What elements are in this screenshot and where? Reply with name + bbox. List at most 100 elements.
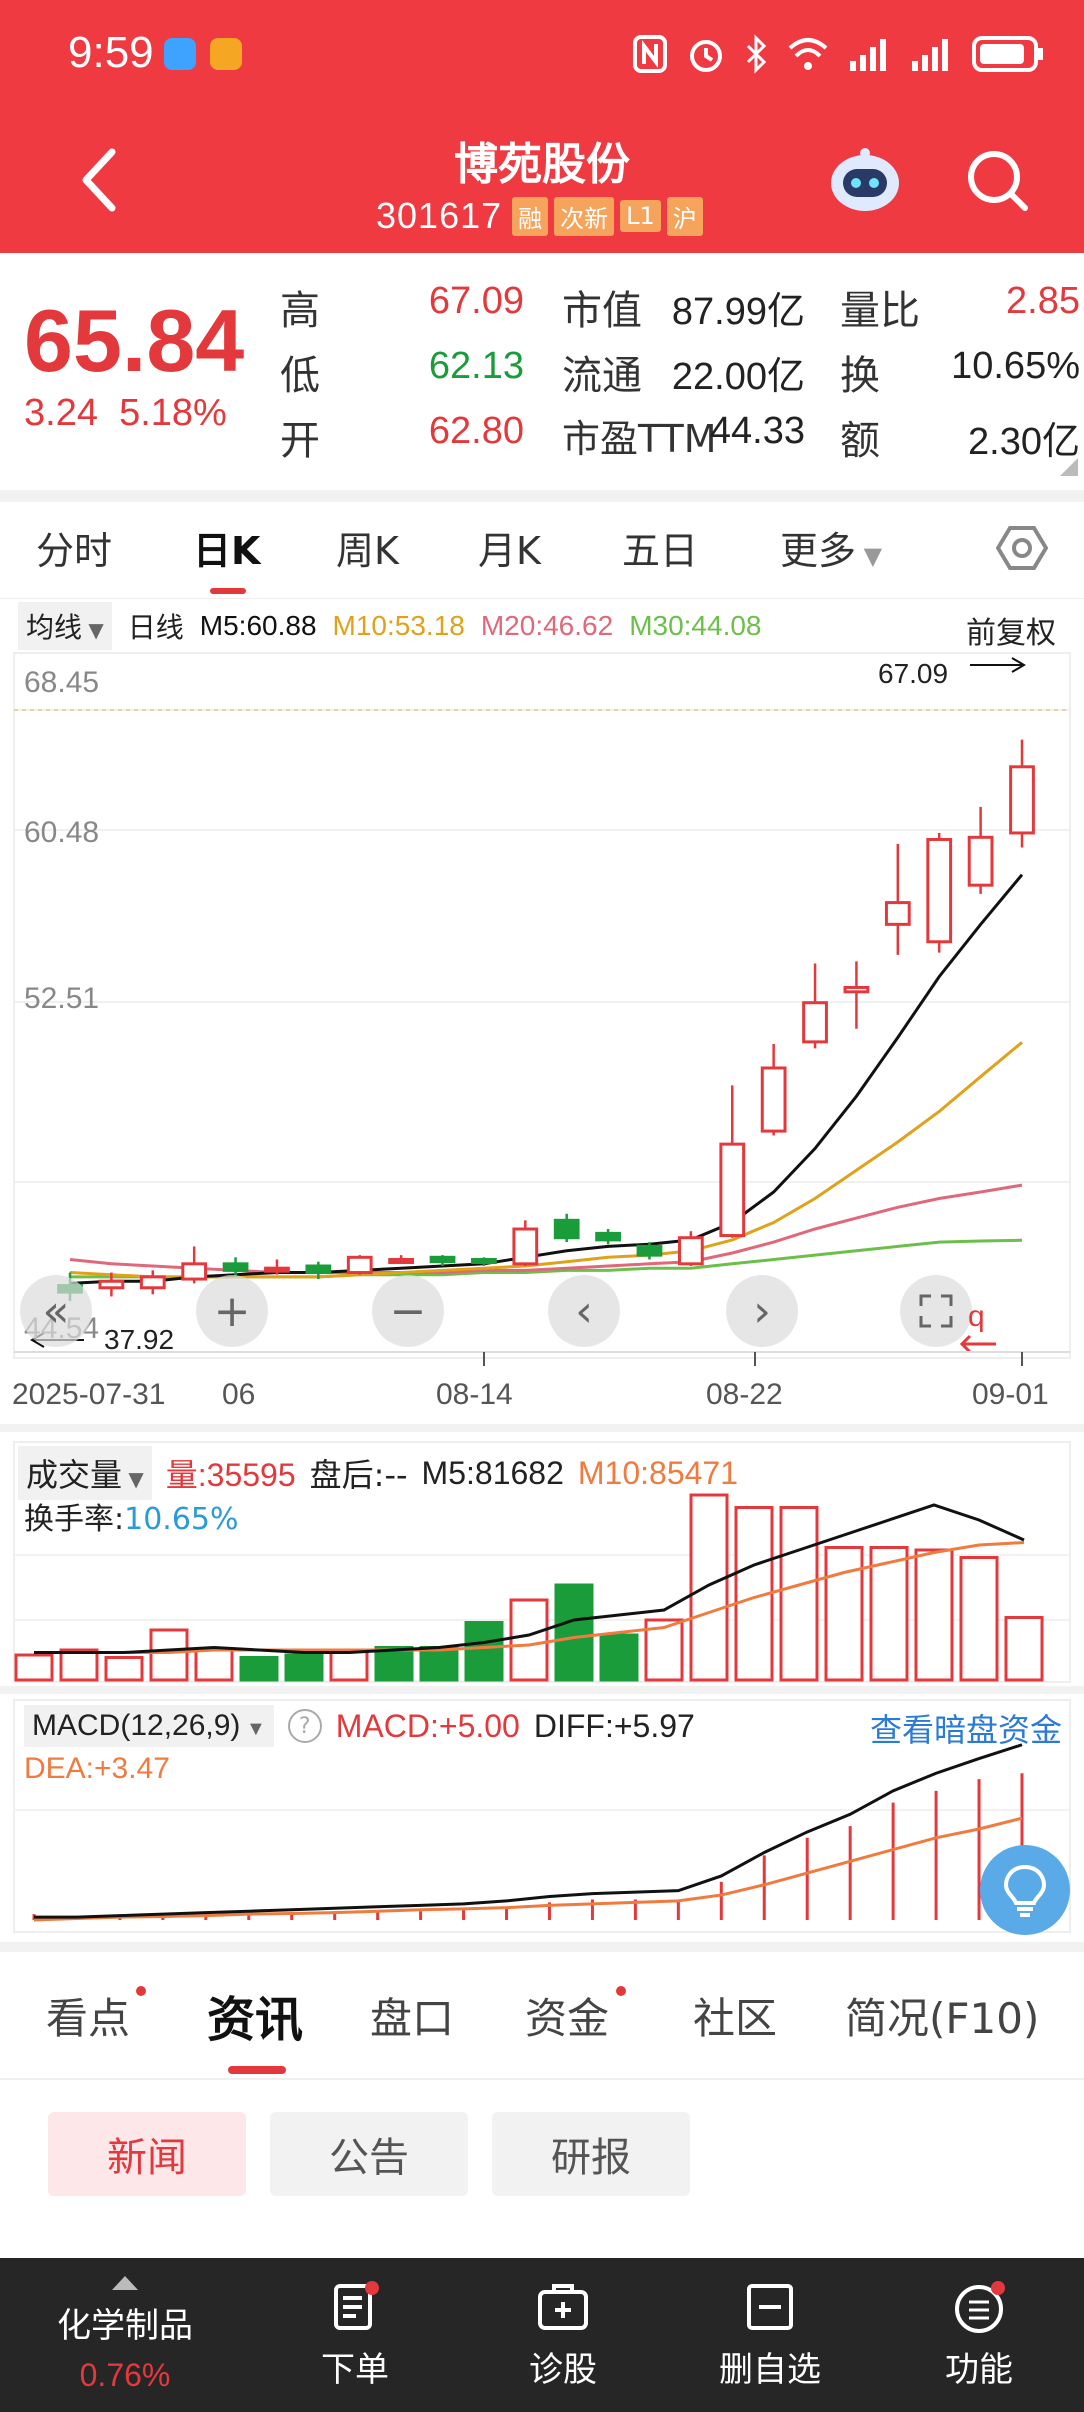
candle-body bbox=[760, 1066, 787, 1133]
ma30-value: M30:44.08 bbox=[629, 610, 762, 641]
chip-news[interactable]: 新闻 bbox=[48, 2112, 246, 2196]
chip-announcements[interactable]: 公告 bbox=[270, 2112, 468, 2196]
y-tick-2: 60.48 bbox=[24, 816, 100, 849]
alarm-icon bbox=[690, 40, 722, 72]
amount-label: 额 bbox=[840, 418, 880, 464]
tab-news[interactable]: 资讯 bbox=[207, 1980, 303, 2050]
chart-settings-icon[interactable] bbox=[996, 522, 1048, 574]
candle-body bbox=[719, 1142, 746, 1238]
ma5-line bbox=[69, 873, 1024, 1285]
period-tabs bbox=[0, 505, 1084, 600]
battery-icon bbox=[972, 36, 1043, 72]
ma5-value: M5:60.88 bbox=[199, 610, 317, 641]
tab-more[interactable]: 更多 ▼ bbox=[780, 520, 882, 575]
tab-daily-k[interactable]: 日K bbox=[193, 520, 260, 575]
volume-bar bbox=[374, 1646, 414, 1682]
dea-line bbox=[33, 1816, 1023, 1922]
candle-body bbox=[346, 1255, 373, 1275]
tab-order-book[interactable]: 盘口 bbox=[370, 1985, 454, 2046]
turnover-value: 10.65% bbox=[951, 345, 1080, 387]
volume-bar bbox=[599, 1633, 639, 1682]
bottom-nav: 化学制品 0.76% 下单 诊股 删自选 功能 bbox=[0, 2258, 1084, 2412]
ma10-line bbox=[69, 1041, 1023, 1279]
search-icon[interactable] bbox=[965, 148, 1031, 214]
chevron-right-icon: › bbox=[753, 1285, 771, 1337]
zoom-out-button[interactable]: − bbox=[372, 1275, 444, 1347]
reset-icon[interactable]: q bbox=[958, 1300, 1002, 1356]
svg-text:q: q bbox=[968, 1300, 985, 1333]
candle-body bbox=[139, 1275, 166, 1290]
ma-legend: 均线 ▼ 日线 M5:60.88 M10:53.18 M20:46.62 M30… bbox=[18, 602, 762, 650]
volume-bar bbox=[239, 1656, 279, 1682]
remove-watchlist-label: 删自选 bbox=[719, 2349, 821, 2390]
volume-bar bbox=[914, 1548, 954, 1682]
tab-highlights[interactable]: 看点 bbox=[46, 1985, 130, 2046]
candle-body bbox=[926, 837, 953, 944]
tab-five-day[interactable]: 五日 bbox=[622, 520, 698, 575]
volume-ratio-label: 量比 bbox=[840, 288, 920, 334]
sector-name: 化学制品 bbox=[57, 2306, 193, 2346]
message-app-icon bbox=[164, 38, 196, 70]
stock-subtitle: 301617 融 次新 L1 沪 bbox=[376, 195, 703, 237]
jump-start-button[interactable]: « bbox=[20, 1275, 92, 1347]
functions-label: 功能 bbox=[945, 2349, 1013, 2390]
pan-right-button[interactable]: › bbox=[726, 1275, 798, 1347]
volume-bar bbox=[464, 1621, 504, 1682]
ma-selector[interactable]: 均线 ▼ bbox=[18, 602, 112, 650]
place-order-button[interactable]: 下单 bbox=[300, 2258, 410, 2412]
volume-bar bbox=[194, 1648, 234, 1682]
order-doc-icon bbox=[334, 2280, 379, 2330]
idea-button[interactable] bbox=[980, 1845, 1070, 1935]
tab-community[interactable]: 社区 bbox=[693, 1985, 777, 2046]
wifi-icon bbox=[788, 38, 828, 70]
market-cap-label: 市值 bbox=[562, 288, 642, 334]
kline-chart[interactable] bbox=[0, 650, 1084, 1370]
volume-bar bbox=[689, 1493, 729, 1682]
tab-weekly-k[interactable]: 周K bbox=[336, 520, 399, 575]
tab-capital-flow[interactable]: 资金 bbox=[525, 1985, 609, 2046]
diagnose-button[interactable]: 诊股 bbox=[508, 2258, 618, 2412]
macd-chart[interactable] bbox=[0, 1698, 1084, 1934]
volume-bar bbox=[824, 1546, 864, 1682]
remove-watchlist-button[interactable]: 删自选 bbox=[700, 2258, 840, 2412]
divider bbox=[0, 1686, 1084, 1694]
open-label: 开 bbox=[280, 418, 320, 464]
tab-profile-f10[interactable]: 简况(F10) bbox=[845, 1985, 1039, 2046]
tab-intraday[interactable]: 分时 bbox=[36, 520, 112, 575]
volume-chart[interactable] bbox=[0, 1440, 1084, 1685]
fullscreen-icon bbox=[919, 1294, 953, 1328]
double-left-icon: « bbox=[42, 1285, 70, 1337]
volume-bar bbox=[104, 1656, 144, 1682]
pan-left-button[interactable]: ‹ bbox=[548, 1275, 620, 1347]
candle-body bbox=[264, 1266, 290, 1273]
place-order-label: 下单 bbox=[321, 2349, 389, 2390]
status-time: 9:59 bbox=[68, 28, 154, 77]
divider bbox=[0, 490, 1084, 502]
date-label-0901: 09-01 bbox=[972, 1378, 1049, 1411]
diagnose-icon bbox=[538, 2283, 588, 2330]
functions-button[interactable]: 功能 bbox=[924, 2258, 1034, 2412]
sector-button[interactable]: 化学制品 0.76% bbox=[30, 2258, 220, 2412]
chip-research[interactable]: 研报 bbox=[492, 2112, 690, 2196]
candle-body bbox=[305, 1264, 332, 1275]
date-label-0814: 08-14 bbox=[436, 1378, 513, 1411]
tab-monthly-k[interactable]: 月K bbox=[478, 520, 541, 575]
tag-margin: 融 bbox=[512, 196, 549, 236]
float-cap-value: 22.00亿 bbox=[671, 356, 805, 398]
ai-assistant-icon[interactable] bbox=[825, 145, 905, 215]
status-bar: 9:59 bbox=[0, 0, 1084, 110]
notification-dot bbox=[136, 1986, 146, 1996]
tab-divider bbox=[0, 598, 1084, 599]
candle-body bbox=[512, 1227, 539, 1266]
volume-bar bbox=[1004, 1616, 1044, 1682]
high-value: 67.09 bbox=[428, 280, 524, 322]
volume-bar bbox=[149, 1628, 189, 1682]
candle-body bbox=[181, 1262, 208, 1281]
kline-period: 日线 bbox=[127, 611, 184, 644]
zoom-in-button[interactable]: + bbox=[196, 1275, 268, 1347]
tag-new: 次新 bbox=[554, 196, 615, 236]
expand-corner-icon[interactable] bbox=[1060, 458, 1078, 476]
pe-label: 市盈TTM bbox=[562, 417, 717, 461]
adjust-mode[interactable]: 前复权 bbox=[966, 608, 1056, 652]
candle-body bbox=[802, 1001, 828, 1044]
